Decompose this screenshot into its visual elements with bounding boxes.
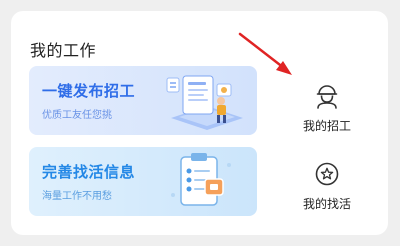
my-recruitment-item[interactable]: 我的招工 bbox=[277, 83, 377, 134]
clipboard-illustration-icon bbox=[171, 153, 231, 206]
job-seeking-banner-title: 完善找活信息 bbox=[42, 163, 136, 181]
worker-helmet-icon bbox=[316, 85, 338, 109]
red-arrow-annotation-icon bbox=[238, 32, 292, 75]
star-badge-icon bbox=[315, 162, 339, 186]
my-recruitment-label: 我的招工 bbox=[302, 119, 351, 133]
recruit-illustration-icon bbox=[166, 75, 243, 130]
section-title: 我的工作 bbox=[30, 41, 97, 60]
post-job-banner[interactable]: 一键发布招工 优质工友任您挑 bbox=[29, 66, 257, 135]
post-job-banner-title: 一键发布招工 bbox=[42, 82, 136, 100]
my-job-search-label: 我的找活 bbox=[302, 197, 351, 211]
post-job-banner-subtitle: 优质工友任您挑 bbox=[42, 110, 112, 121]
job-seeking-banner-subtitle: 海量工作不用愁 bbox=[42, 191, 112, 202]
my-job-search-item[interactable]: 我的找活 bbox=[277, 161, 377, 212]
my-work-card: 我的工作 一键发布招工 优质工友任您挑 完善找活信息 海量工作不用愁 我的招工 … bbox=[11, 11, 388, 235]
job-seeking-banner[interactable]: 完善找活信息 海量工作不用愁 bbox=[29, 147, 257, 216]
